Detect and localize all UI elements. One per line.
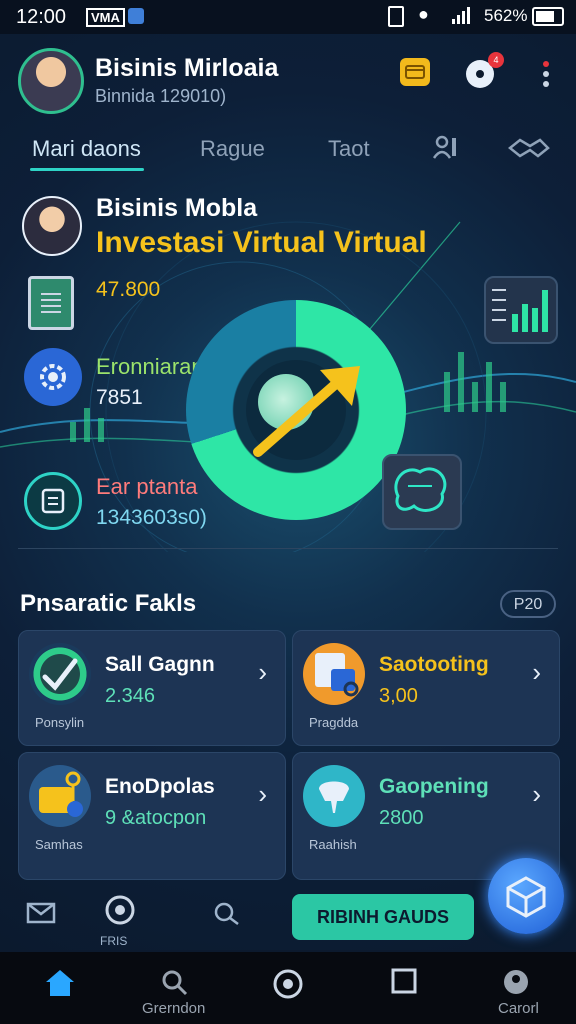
battery-percent: 562% <box>484 6 528 25</box>
notification-badge: 4 <box>488 52 504 68</box>
card-title: EnoDpolas <box>105 775 215 798</box>
hero-avatar <box>22 196 82 256</box>
battery-icon <box>532 7 564 26</box>
brain-circuit-icon[interactable] <box>382 454 462 530</box>
plug-icon <box>303 765 365 827</box>
card-value: 3,00 <box>379 685 418 707</box>
profile-avatar[interactable] <box>18 48 84 114</box>
chevron-right-icon: › <box>532 657 541 687</box>
stat-value-1: 47.800 <box>96 278 161 301</box>
search-icon <box>162 970 188 996</box>
stat-value-3: 1343603s0) <box>96 506 207 529</box>
card-value: 2800 <box>379 807 424 829</box>
search-refresh-icon[interactable] <box>212 900 240 933</box>
nav-search-label: Grerndon <box>142 1000 206 1017</box>
nav-circle[interactable] <box>258 968 318 1007</box>
sim-icon <box>388 6 404 27</box>
stat-label-3: Ear ptanta <box>96 474 198 499</box>
shield-icon <box>128 8 144 24</box>
status-bar: 12:00 VMA ● 562% <box>0 0 576 34</box>
card-title: Saotooting <box>379 653 489 676</box>
card-caption: Samhas <box>35 837 83 852</box>
card-value: 2.346 <box>105 685 156 707</box>
document-icon <box>28 276 74 330</box>
profile-name: Bisinis Mirloaia <box>95 54 279 82</box>
nav-profile-label: Carorl <box>498 1000 539 1017</box>
gear-icon <box>24 348 82 406</box>
chevron-right-icon: › <box>532 779 541 809</box>
menu-dots-icon[interactable] <box>538 54 554 94</box>
profile-subtitle: Binnida 129010) <box>95 86 227 106</box>
section-pill[interactable]: P20 <box>500 590 556 618</box>
trend-arrow-icon <box>253 366 360 457</box>
feature-card[interactable]: Sall Gagnn 2.346 Ponsylin › <box>18 630 286 746</box>
card-caption: Pragdda <box>309 715 359 730</box>
card-title: Gaopening <box>379 775 489 798</box>
cube-fab-button[interactable] <box>488 858 564 934</box>
wifi-icon: ● <box>418 4 429 24</box>
bottom-nav: Grerndon Carorl <box>0 952 576 1024</box>
home-icon <box>46 970 74 996</box>
wallet-icon[interactable] <box>400 58 430 86</box>
action-caption: FRIS <box>100 934 128 948</box>
signal-icon <box>452 6 474 24</box>
wallet-key-icon <box>29 765 91 827</box>
hero-title: Bisinis Mobla <box>96 194 258 222</box>
carrier-label: VMA <box>86 8 125 27</box>
card-caption: Ponsylin <box>35 715 85 730</box>
section-title: Pnsaratic Fakls <box>20 590 197 617</box>
tab-taot[interactable]: Taot <box>328 136 370 162</box>
cube-icon <box>506 876 546 918</box>
nav-square[interactable] <box>374 968 434 1001</box>
bar-chart-icon[interactable] <box>484 276 558 344</box>
tab-bar: Mari daons Rague Taot <box>0 128 576 174</box>
profile-icon <box>504 970 528 994</box>
chart-check-icon <box>29 643 91 705</box>
mail-icon[interactable] <box>26 900 56 931</box>
people-icon[interactable] <box>432 134 462 167</box>
card-value: 9 &atocpon <box>105 807 207 829</box>
hero-panel: Bisinis Mobla Investasi Virtual Virtual … <box>0 182 576 552</box>
chevron-right-icon: › <box>258 779 267 809</box>
handshake-icon[interactable] <box>507 134 550 167</box>
tab-rague[interactable]: Rague <box>200 136 265 162</box>
circle-icon <box>273 969 303 999</box>
presentation-icon <box>303 643 365 705</box>
tab-mari-daons[interactable]: Mari daons <box>32 136 141 162</box>
hero-divider <box>18 548 558 549</box>
hero-subtitle: Investasi Virtual Virtual <box>96 226 427 259</box>
app-header: Bisinis Mirloaia Binnida 129010) 4 <box>0 34 576 120</box>
feature-card[interactable]: Saotooting 3,00 Pragdda › <box>292 630 560 746</box>
nav-search[interactable] <box>144 968 204 1003</box>
clipboard-icon <box>24 472 82 530</box>
stat-value-2: 7851 <box>96 386 143 409</box>
globe-icon[interactable] <box>104 894 136 933</box>
primary-cta-button[interactable]: RIBINH GAUDS <box>292 894 474 940</box>
status-time: 12:00 <box>16 6 67 28</box>
square-icon <box>391 968 417 994</box>
card-caption: Raahish <box>309 837 357 852</box>
card-title: Sall Gagnn <box>105 653 215 676</box>
nav-home[interactable] <box>30 968 90 1005</box>
nav-profile[interactable] <box>486 968 546 1003</box>
feature-card[interactable]: EnoDpolas 9 &atocpon Samhas › <box>18 752 286 880</box>
chevron-right-icon: › <box>258 657 267 687</box>
active-tab-indicator <box>30 168 144 171</box>
